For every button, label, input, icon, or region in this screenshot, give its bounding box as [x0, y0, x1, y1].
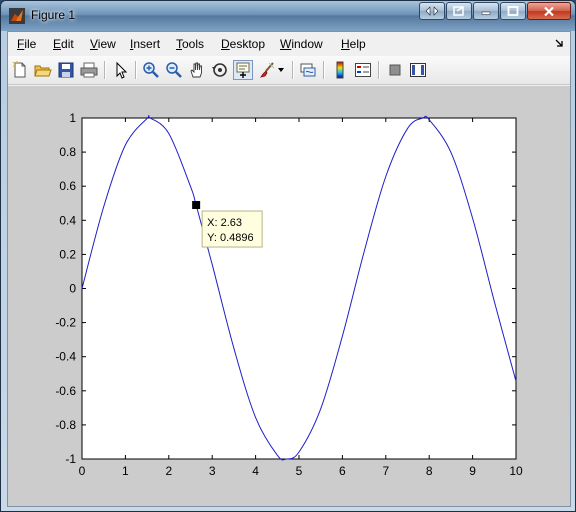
brush-icon — [260, 62, 275, 78]
show-plot-tools-icon — [410, 63, 426, 77]
zoom-out-button[interactable] — [164, 60, 184, 80]
y-tick-label: -0.4 — [55, 350, 76, 364]
edit-plot-button[interactable] — [111, 60, 131, 80]
colorbar-icon — [336, 61, 344, 79]
menu-bar: File Edit View Insert Tools Desktop Wind… — [8, 32, 570, 54]
pan-button[interactable] — [187, 60, 207, 80]
y-tick-label: 1 — [69, 111, 76, 125]
data-tip-marker[interactable] — [192, 201, 201, 210]
menu-desktop[interactable]: Desktop — [221, 37, 265, 51]
menu-dock-arrow-icon[interactable] — [554, 38, 564, 48]
pan-hand-icon — [190, 62, 202, 78]
y-tick-label: -0.6 — [55, 384, 76, 398]
dock-button[interactable] — [419, 2, 445, 20]
zoom-in-icon — [143, 62, 159, 78]
data-tip-x-label: X: 2.63 — [207, 217, 242, 229]
x-tick-label: 8 — [426, 464, 433, 478]
menu-insert[interactable]: Insert — [130, 37, 160, 51]
matlab-logo-icon — [9, 8, 25, 24]
y-tick-label: 0.6 — [59, 179, 76, 193]
menu-view[interactable]: View — [90, 37, 116, 51]
toolbar-separator — [135, 61, 137, 79]
hide-plot-tools-button[interactable] — [385, 60, 405, 80]
x-tick-label: 3 — [209, 464, 216, 478]
toolbar-separator — [323, 61, 325, 79]
menu-help[interactable]: Help — [341, 37, 366, 51]
y-tick-label: 0 — [69, 282, 76, 296]
show-plot-tools-button[interactable] — [408, 60, 428, 80]
zoom-in-button[interactable] — [141, 60, 161, 80]
legend-icon — [355, 63, 371, 77]
menu-window[interactable]: Window — [280, 37, 323, 51]
print-button[interactable] — [79, 60, 99, 80]
new-figure-button[interactable] — [10, 60, 30, 80]
dock-arrows-icon — [425, 6, 439, 16]
save-icon — [58, 62, 74, 78]
y-tick-label: -1 — [65, 452, 76, 466]
insert-legend-button[interactable] — [353, 60, 373, 80]
minimize-icon — [481, 11, 491, 15]
y-tick-label: 0.2 — [59, 247, 76, 261]
figure-frame: File Edit View Insert Tools Desktop Wind… — [7, 31, 571, 507]
insert-colorbar-button[interactable] — [330, 60, 350, 80]
close-button[interactable] — [527, 2, 571, 20]
x-tick-label: 10 — [509, 464, 523, 478]
close-icon — [544, 6, 554, 16]
y-tick-label: -0.8 — [55, 418, 76, 432]
hide-plot-tools-icon — [389, 64, 401, 76]
plot-canvas[interactable]: 0 1 2 3 4 5 6 7 8 9 10 1 0.8 0.6 0.4 0.2 0 -0.2 -0.4 -0.6 -0… — [8, 86, 570, 506]
rotate-3d-button[interactable] — [210, 60, 230, 80]
window-title: Figure 1 — [31, 8, 76, 22]
figure-toolbar — [8, 56, 570, 85]
window-controls — [419, 2, 571, 20]
figure-canvas: 0 1 2 3 4 5 6 7 8 9 10 1 0.8 0.6 0.4 0.2 0 -0.2 -0.4 -0.6 -0… — [8, 86, 570, 506]
toolbar-separator — [292, 61, 294, 79]
y-tick-label: 0.4 — [59, 213, 76, 227]
data-cursor-button[interactable] — [233, 60, 253, 80]
rotate-3d-icon — [212, 63, 227, 77]
menu-file[interactable]: File — [17, 37, 36, 51]
menu-tools[interactable]: Tools — [176, 37, 204, 51]
open-file-icon — [34, 65, 52, 77]
brush-dropdown-icon — [278, 68, 284, 72]
maximize-icon — [507, 6, 519, 16]
x-tick-label: 5 — [296, 464, 303, 478]
axes-background[interactable] — [81, 117, 517, 460]
x-tick-label: 9 — [469, 464, 476, 478]
print-icon — [80, 62, 98, 78]
title-bar[interactable]: Figure 1 — [1, 1, 575, 31]
x-tick-label: 7 — [382, 464, 389, 478]
y-tick-label: 0.8 — [59, 145, 76, 159]
data-cursor-icon — [236, 62, 250, 78]
zoom-out-icon — [166, 62, 182, 78]
y-tick-label: -0.2 — [55, 316, 76, 330]
brush-dropdown-button[interactable] — [276, 60, 286, 80]
link-plot-icon — [300, 63, 316, 77]
minimize-button[interactable] — [473, 2, 499, 20]
undock-button[interactable] — [446, 2, 472, 20]
undock-icon — [453, 6, 464, 16]
figure-window: Figure 1 File Edit View Insert Tools Des… — [0, 0, 576, 512]
toolbar-separator — [378, 61, 380, 79]
save-button[interactable] — [56, 60, 76, 80]
link-plot-button[interactable] — [298, 60, 318, 80]
x-tick-label: 6 — [339, 464, 346, 478]
x-tick-label: 4 — [252, 464, 259, 478]
new-figure-icon — [12, 61, 26, 78]
x-tick-label: 0 — [79, 464, 86, 478]
toolbar-separator — [104, 61, 106, 79]
data-tip-y-label: Y: 0.4896 — [207, 232, 254, 244]
maximize-button[interactable] — [500, 2, 526, 20]
edit-plot-arrow-icon — [116, 61, 128, 79]
x-tick-label: 1 — [122, 464, 129, 478]
open-file-button[interactable] — [33, 60, 53, 80]
brush-button[interactable] — [257, 60, 277, 80]
x-tick-label: 2 — [165, 464, 172, 478]
menu-edit[interactable]: Edit — [53, 37, 74, 51]
